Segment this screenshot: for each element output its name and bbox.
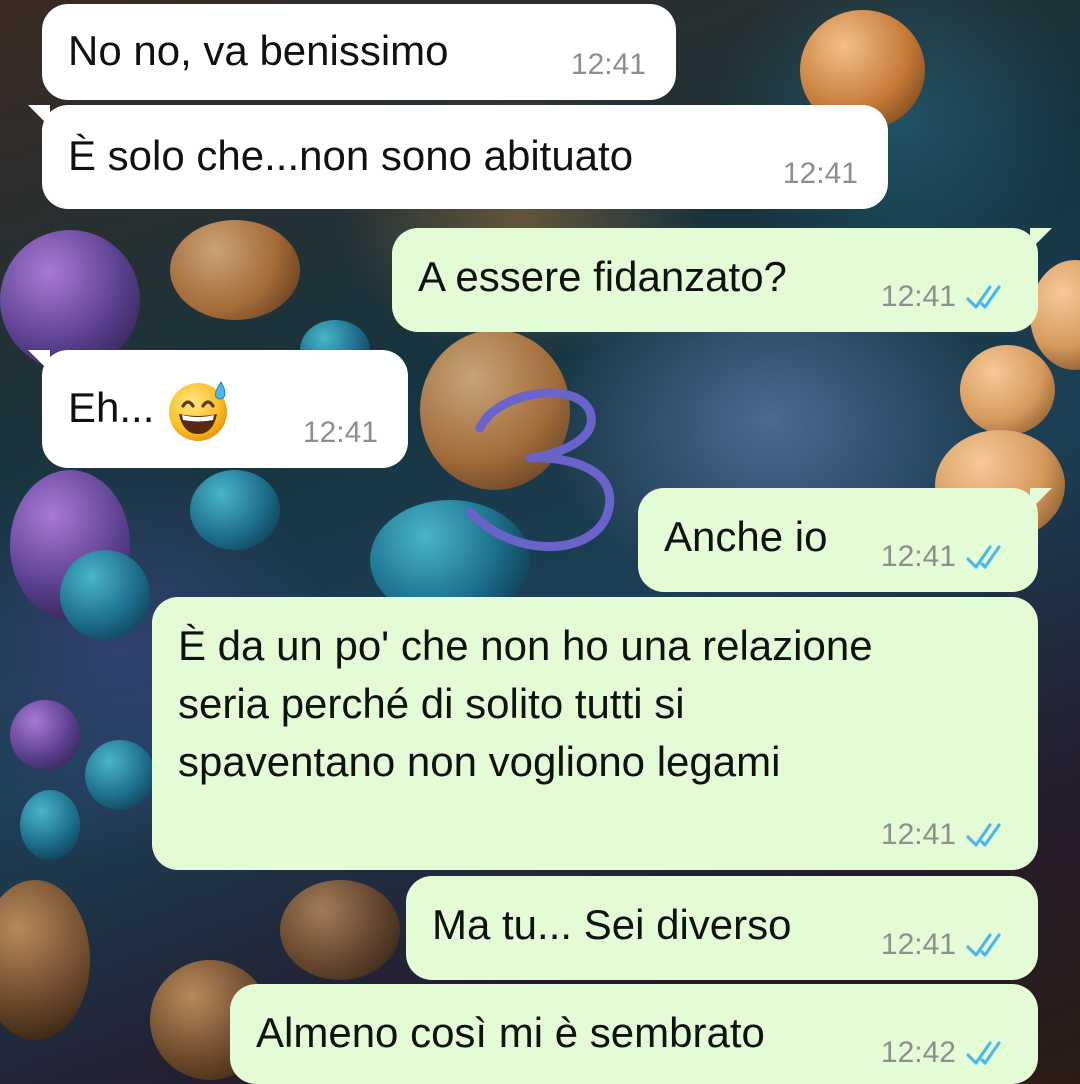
message-meta: 12:41 (783, 157, 858, 191)
message-text: Almeno così mi è sembrato (256, 1009, 765, 1056)
message-text-content: Eh... (68, 384, 155, 432)
double-check-icon (966, 545, 1001, 569)
message-time: 12:41 (880, 818, 956, 851)
message-meta: 12:41 (881, 280, 1012, 314)
message-bubble-outgoing[interactable]: Anche io 12:41 (638, 488, 1052, 592)
message-text: È da un po' che non ho una relazione ser… (178, 622, 873, 785)
handwritten-number-annotation (465, 388, 615, 551)
message-bubble-incoming[interactable]: È solo che...non sono abituato 12:41 (28, 105, 888, 209)
message-meta: 12:41 (881, 818, 1012, 852)
message-bubble-incoming[interactable]: Eh... 12:41 (28, 350, 408, 468)
wallpaper-sphere (190, 470, 280, 550)
message-time: 12:41 (782, 157, 858, 190)
bubble-tail (28, 350, 50, 372)
message-meta: 12:41 (881, 928, 1012, 962)
message-meta: 12:42 (881, 1036, 1012, 1070)
wallpaper-sphere (10, 700, 80, 770)
message-meta: 12:41 (571, 48, 646, 82)
wallpaper-sphere (0, 880, 90, 1040)
message-meta: 12:41 (303, 416, 378, 450)
bubble-tail (1030, 228, 1052, 250)
wallpaper-sphere (960, 345, 1055, 435)
message-bubble-outgoing[interactable]: Almeno così mi è sembrato 12:42 (230, 984, 1038, 1084)
wallpaper-sphere (280, 880, 400, 980)
wallpaper-sphere (20, 790, 80, 860)
message-time: 12:42 (880, 1036, 956, 1069)
message-bubble-outgoing[interactable]: Ma tu... Sei diverso 12:41 (406, 876, 1038, 980)
message-time: 12:41 (570, 48, 646, 81)
message-meta: 12:41 (881, 540, 1012, 574)
wallpaper-sphere (170, 220, 300, 320)
double-check-icon (966, 1041, 1001, 1065)
message-bubble-incoming[interactable]: No no, va benissimo 12:41 (42, 4, 676, 100)
message-text: Eh... (68, 378, 232, 444)
message-bubble-outgoing[interactable]: È da un po' che non ho una relazione ser… (152, 597, 1038, 870)
wallpaper-sphere (60, 550, 150, 640)
wallpaper-sphere (85, 740, 155, 810)
message-text: No no, va benissimo (68, 27, 449, 74)
message-time: 12:41 (302, 416, 378, 449)
message-text: Anche io (664, 513, 828, 560)
message-text: È solo che...non sono abituato (68, 132, 634, 179)
message-time: 12:41 (880, 928, 956, 961)
bubble-tail (28, 105, 50, 127)
message-text: A essere fidanzato? (418, 253, 787, 300)
bubble-tail (1030, 488, 1052, 510)
wallpaper-sphere (0, 230, 140, 370)
message-time: 12:41 (880, 280, 956, 313)
message-bubble-outgoing[interactable]: A essere fidanzato? 12:41 (392, 228, 1052, 332)
grinning-face-with-sweat-icon (169, 381, 228, 441)
double-check-icon (966, 933, 1001, 957)
message-text: Ma tu... Sei diverso (432, 901, 792, 948)
double-check-icon (966, 285, 1001, 309)
message-time: 12:41 (880, 540, 956, 573)
double-check-icon (966, 823, 1001, 847)
